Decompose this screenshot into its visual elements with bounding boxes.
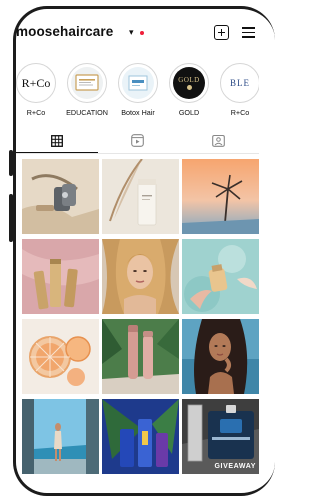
post-thumbnail[interactable] — [22, 319, 99, 394]
highlight-badge: BLE — [230, 78, 250, 88]
highlight-badge: R+Co — [21, 75, 51, 90]
profile-tabs — [16, 130, 259, 154]
active-tab-indicator — [16, 152, 98, 154]
highlight-cover: BLE — [220, 63, 259, 103]
highlight-item[interactable]: R+Co R+Co — [16, 63, 59, 117]
highlight-cover — [118, 63, 158, 103]
highlight-item[interactable]: GOLD GOLD — [166, 63, 212, 117]
profile-username[interactable]: moosehaircare — [16, 24, 113, 39]
post-thumbnail[interactable] — [102, 399, 179, 474]
highlight-label: Botox Hair — [121, 108, 155, 117]
notification-dot — [140, 31, 144, 35]
highlight-item[interactable]: BLE R+Co — [217, 63, 259, 117]
create-post-icon[interactable] — [214, 25, 229, 40]
highlight-cover: GOLD — [169, 63, 209, 103]
tab-grid[interactable] — [16, 130, 97, 154]
highlight-label: R+Co — [230, 108, 250, 117]
post-thumbnail[interactable] — [22, 399, 99, 474]
story-highlights: R+Co R+Co EDUCATION Botox Hair GOLD GOLD… — [16, 63, 259, 123]
post-thumbnail[interactable] — [22, 239, 99, 314]
highlight-label: EDUCATION — [66, 108, 108, 117]
post-thumbnail[interactable] — [182, 239, 259, 314]
highlight-label: R+Co — [26, 108, 46, 117]
botox-hair-thumbnail — [128, 75, 148, 91]
posts-grid: GIVEAWAY — [22, 159, 259, 489]
highlight-item[interactable]: EDUCATION — [64, 63, 110, 117]
highlight-cover: R+Co — [16, 63, 56, 103]
post-thumbnail[interactable] — [182, 319, 259, 394]
chevron-down-icon[interactable]: ▾ — [129, 27, 134, 38]
education-thumbnail — [75, 74, 99, 91]
grid-icon — [51, 135, 63, 147]
highlight-label: GOLD — [178, 108, 200, 117]
post-thumbnail[interactable] — [102, 319, 179, 394]
highlight-badge: GOLD — [178, 76, 200, 84]
post-thumbnail[interactable] — [22, 159, 99, 234]
post-thumbnail[interactable] — [102, 159, 179, 234]
reels-icon — [131, 134, 144, 147]
tagged-icon — [212, 134, 225, 147]
post-thumbnail[interactable] — [102, 239, 179, 314]
post-thumbnail[interactable] — [182, 159, 259, 234]
tab-tagged[interactable] — [178, 130, 259, 154]
giveaway-overlay-text: GIVEAWAY — [214, 463, 256, 470]
gold-emblem-icon — [186, 85, 192, 90]
menu-icon[interactable] — [242, 27, 255, 38]
profile-header: moosehaircare ▾ — [16, 24, 259, 50]
post-thumbnail[interactable]: GIVEAWAY — [182, 399, 259, 474]
highlight-item[interactable]: Botox Hair — [115, 63, 161, 117]
highlight-cover — [67, 63, 107, 103]
tab-reels[interactable] — [97, 130, 178, 154]
